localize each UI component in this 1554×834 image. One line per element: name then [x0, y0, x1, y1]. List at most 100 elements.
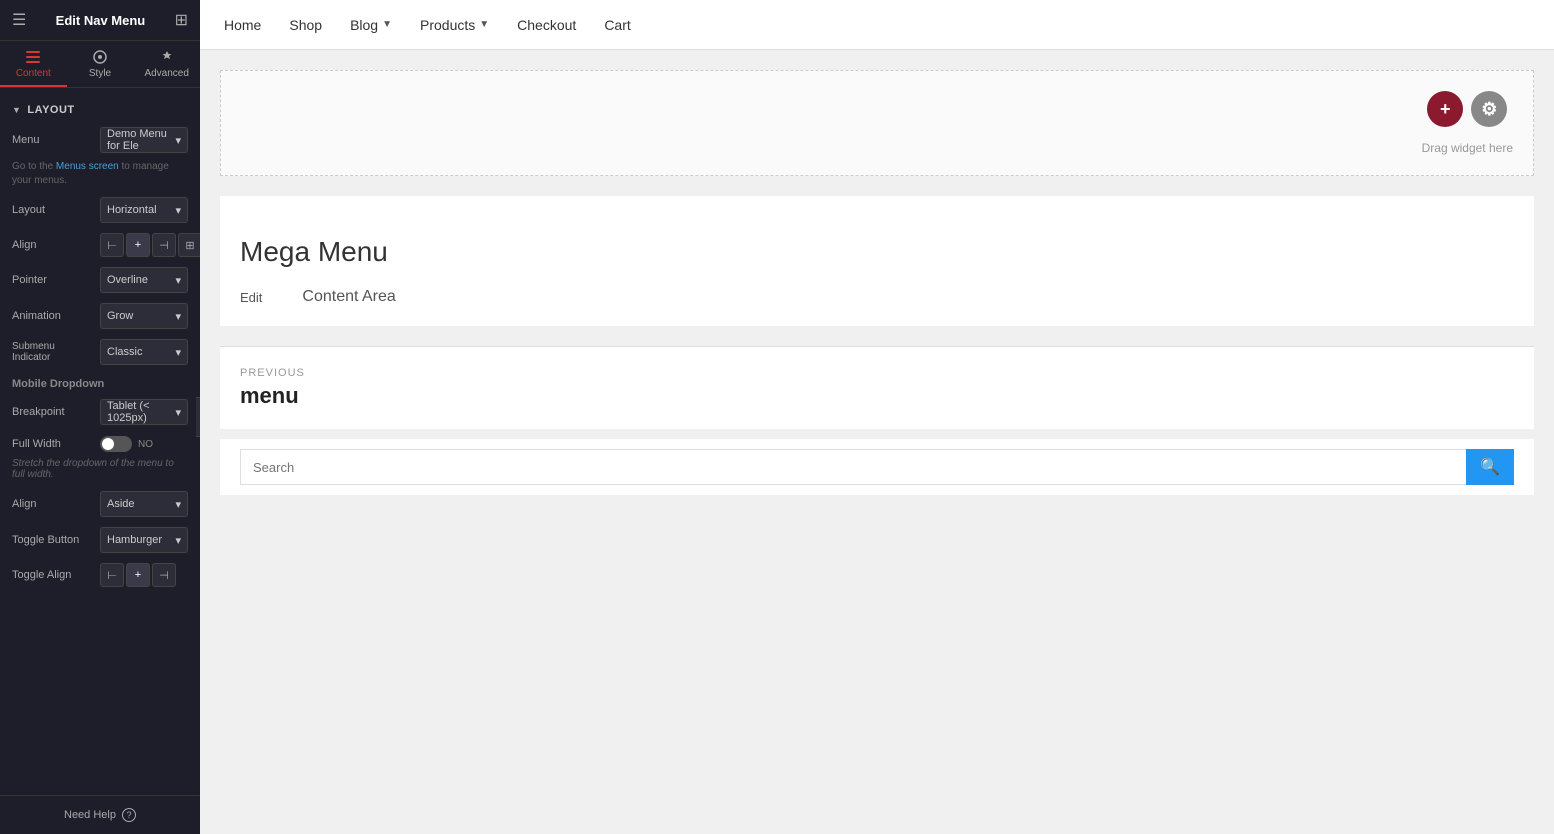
grid-icon[interactable]: ⊞	[175, 10, 188, 30]
mobile-align-dropdown-arrow: ▾	[175, 498, 181, 511]
pointer-label: Pointer	[12, 274, 92, 286]
post-nav-title: menu	[240, 383, 1514, 409]
align-label-1: Align	[12, 239, 92, 251]
toggle-align-center-btn[interactable]: +	[126, 563, 150, 587]
toggle-button-label: Toggle Button	[12, 534, 92, 546]
mobile-align-value: Aside	[107, 498, 135, 510]
nav-products-label: Products	[420, 17, 475, 33]
breakpoint-select[interactable]: Tablet (< 1025px) ▾	[100, 399, 188, 425]
mega-menu-title: Mega Menu	[240, 236, 1514, 268]
full-width-toggle[interactable]	[100, 436, 132, 452]
pointer-field-row: Pointer Overline ▾	[0, 262, 200, 298]
layout-select[interactable]: Horizontal ▾	[100, 197, 188, 223]
align-field-row: Align ⊢ + ⊣ ⊞	[0, 228, 200, 262]
animation-select[interactable]: Grow ▾	[100, 303, 188, 329]
widget-drop-area: + ⚙ Drag widget here	[220, 70, 1534, 176]
align-center-btn[interactable]: +	[126, 233, 150, 257]
stretch-hint: Stretch the dropdown of the menu to full…	[0, 458, 200, 486]
nav-home-label: Home	[224, 17, 261, 33]
nav-item-home[interactable]: Home	[220, 17, 265, 33]
hamburger-icon[interactable]: ☰	[12, 10, 26, 30]
toggle-button-value: Hamburger	[107, 534, 162, 546]
submenu-indicator-label: Submenu Indicator	[12, 341, 92, 363]
breakpoint-dropdown-arrow: ▾	[175, 406, 181, 419]
toggle-button-field-row: Toggle Button Hamburger ▾	[0, 522, 200, 558]
nav-item-shop[interactable]: Shop	[285, 17, 326, 33]
panel-footer: Need Help ?	[0, 795, 200, 834]
submenu-indicator-field-row: Submenu Indicator Classic ▾	[0, 334, 200, 370]
submenu-indicator-value: Classic	[107, 346, 142, 358]
drag-widget-text: Drag widget here	[1422, 141, 1513, 155]
pointer-select[interactable]: Overline ▾	[100, 267, 188, 293]
panel-header: ☰ Edit Nav Menu ⊞	[0, 0, 200, 41]
menu-field-row: Menu Demo Menu for Ele ▾	[0, 122, 200, 158]
main-content-area: + ⚙ Drag widget here Mega Menu Edit Cont…	[200, 50, 1554, 515]
layout-arrow: ▼	[12, 105, 21, 115]
submenu-indicator-dropdown-arrow: ▾	[175, 346, 181, 359]
panel-tabs: Content Style Advanced	[0, 41, 200, 88]
nav-shop-label: Shop	[289, 17, 322, 33]
animation-label: Animation	[12, 310, 92, 322]
toggle-align-group: ⊢ + ⊣	[100, 563, 176, 587]
tab-advanced-label: Advanced	[144, 68, 188, 79]
post-navigation: PREVIOUS menu	[220, 346, 1534, 429]
tab-style[interactable]: Style	[67, 41, 134, 87]
search-button[interactable]: 🔍	[1466, 449, 1514, 485]
collapse-panel-handle[interactable]: ‹	[196, 397, 200, 437]
tab-advanced[interactable]: Advanced	[133, 41, 200, 87]
right-content: Home Shop Blog ▼ Products ▼ Checkout Car…	[200, 0, 1554, 834]
mobile-dropdown-section-title: Mobile Dropdown	[0, 370, 200, 394]
menu-select[interactable]: Demo Menu for Ele ▾	[100, 127, 188, 153]
align-stretch-btn[interactable]: ⊞	[178, 233, 200, 257]
widget-settings-button[interactable]: ⚙	[1471, 91, 1507, 127]
nav-item-products[interactable]: Products ▼	[416, 17, 493, 33]
toggle-align-left-btn[interactable]: ⊢	[100, 563, 124, 587]
need-help-text[interactable]: Need Help	[64, 809, 116, 821]
nav-item-cart[interactable]: Cart	[600, 17, 634, 33]
breakpoint-field-row: Breakpoint Tablet (< 1025px) ▾	[0, 394, 200, 430]
edit-link[interactable]: Edit	[240, 290, 262, 305]
toggle-knob	[102, 438, 114, 450]
menu-hint: Go to the Menus screen to manage your me…	[0, 158, 200, 192]
layout-section-title: Layout	[27, 104, 74, 116]
menus-screen-link[interactable]: Menus screen	[56, 161, 119, 172]
menu-value: Demo Menu for Ele	[107, 128, 175, 152]
nav-cart-label: Cart	[604, 17, 630, 33]
panel-body: ▼ Layout Menu Demo Menu for Ele ▾ Go to …	[0, 88, 200, 795]
mega-menu-section: Mega Menu Edit Content Area	[220, 196, 1534, 326]
full-width-label: Full Width	[12, 438, 92, 450]
add-widget-button[interactable]: +	[1427, 91, 1463, 127]
toggle-button-select[interactable]: Hamburger ▾	[100, 527, 188, 553]
layout-field-row: Layout Horizontal ▾	[0, 192, 200, 228]
widget-controls: + ⚙ Drag widget here	[1422, 91, 1513, 155]
toggle-align-label: Toggle Align	[12, 569, 92, 581]
animation-value: Grow	[107, 310, 133, 322]
tab-content-label: Content	[16, 68, 51, 79]
nav-bar: Home Shop Blog ▼ Products ▼ Checkout Car…	[200, 0, 1554, 50]
align-left-btn[interactable]: ⊢	[100, 233, 124, 257]
panel-title: Edit Nav Menu	[56, 13, 146, 28]
submenu-indicator-select[interactable]: Classic ▾	[100, 339, 188, 365]
blog-dropdown-arrow: ▼	[382, 19, 392, 30]
help-icon[interactable]: ?	[122, 808, 136, 822]
nav-item-checkout[interactable]: Checkout	[513, 17, 580, 33]
tab-content[interactable]: Content	[0, 41, 67, 87]
animation-field-row: Animation Grow ▾	[0, 298, 200, 334]
search-icon: 🔍	[1480, 459, 1500, 476]
nav-item-blog[interactable]: Blog ▼	[346, 17, 396, 33]
layout-label: Layout	[12, 204, 92, 216]
widget-btn-row: + ⚙	[1427, 91, 1507, 127]
mobile-align-select[interactable]: Aside ▾	[100, 491, 188, 517]
breakpoint-value: Tablet (< 1025px)	[107, 400, 175, 424]
toggle-align-right-btn[interactable]: ⊣	[152, 563, 176, 587]
breakpoint-label: Breakpoint	[12, 406, 92, 418]
search-bar-wrap: 🔍	[220, 439, 1534, 495]
nav-blog-label: Blog	[350, 17, 378, 33]
align-right-btn[interactable]: ⊣	[152, 233, 176, 257]
toggle-no-label: NO	[138, 439, 153, 450]
search-input[interactable]	[240, 449, 1466, 485]
products-dropdown-arrow: ▼	[479, 19, 489, 30]
layout-section-header[interactable]: ▼ Layout	[0, 98, 200, 122]
menu-dropdown-arrow: ▾	[175, 134, 181, 147]
layout-dropdown-arrow: ▾	[175, 204, 181, 217]
